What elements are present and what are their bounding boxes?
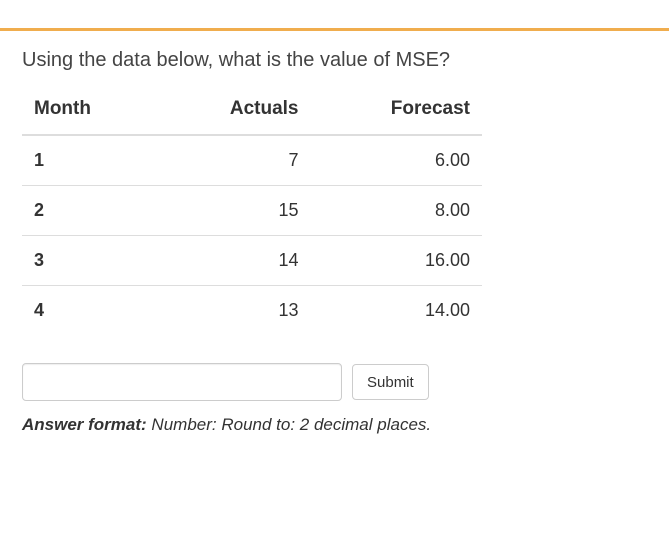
answer-format: Answer format: Number: Round to: 2 decim…	[22, 415, 647, 435]
cell-month: 1	[22, 135, 157, 186]
cell-month: 4	[22, 286, 157, 336]
answer-input[interactable]	[22, 363, 342, 401]
header-forecast: Forecast	[311, 88, 483, 135]
answer-format-value: Number: Round to: 2 decimal places.	[151, 415, 431, 434]
answer-row: Submit	[22, 363, 647, 401]
table-row: 2 15 8.00	[22, 186, 482, 236]
cell-month: 3	[22, 236, 157, 286]
data-table: Month Actuals Forecast 1 7 6.00 2 15 8.0…	[22, 88, 482, 335]
cell-forecast: 8.00	[311, 186, 483, 236]
cell-actuals: 7	[157, 135, 311, 186]
cell-actuals: 14	[157, 236, 311, 286]
question-container: Using the data below, what is the value …	[0, 28, 669, 435]
cell-month: 2	[22, 186, 157, 236]
submit-button[interactable]: Submit	[352, 364, 429, 400]
header-actuals: Actuals	[157, 88, 311, 135]
cell-forecast: 6.00	[311, 135, 483, 186]
table-row: 4 13 14.00	[22, 286, 482, 336]
question-text: Using the data below, what is the value …	[22, 49, 647, 72]
table-header-row: Month Actuals Forecast	[22, 88, 482, 135]
table-row: 1 7 6.00	[22, 135, 482, 186]
table-row: 3 14 16.00	[22, 236, 482, 286]
cell-forecast: 14.00	[311, 286, 483, 336]
cell-actuals: 15	[157, 186, 311, 236]
header-month: Month	[22, 88, 157, 135]
answer-format-label: Answer format:	[22, 415, 147, 434]
cell-forecast: 16.00	[311, 236, 483, 286]
cell-actuals: 13	[157, 286, 311, 336]
